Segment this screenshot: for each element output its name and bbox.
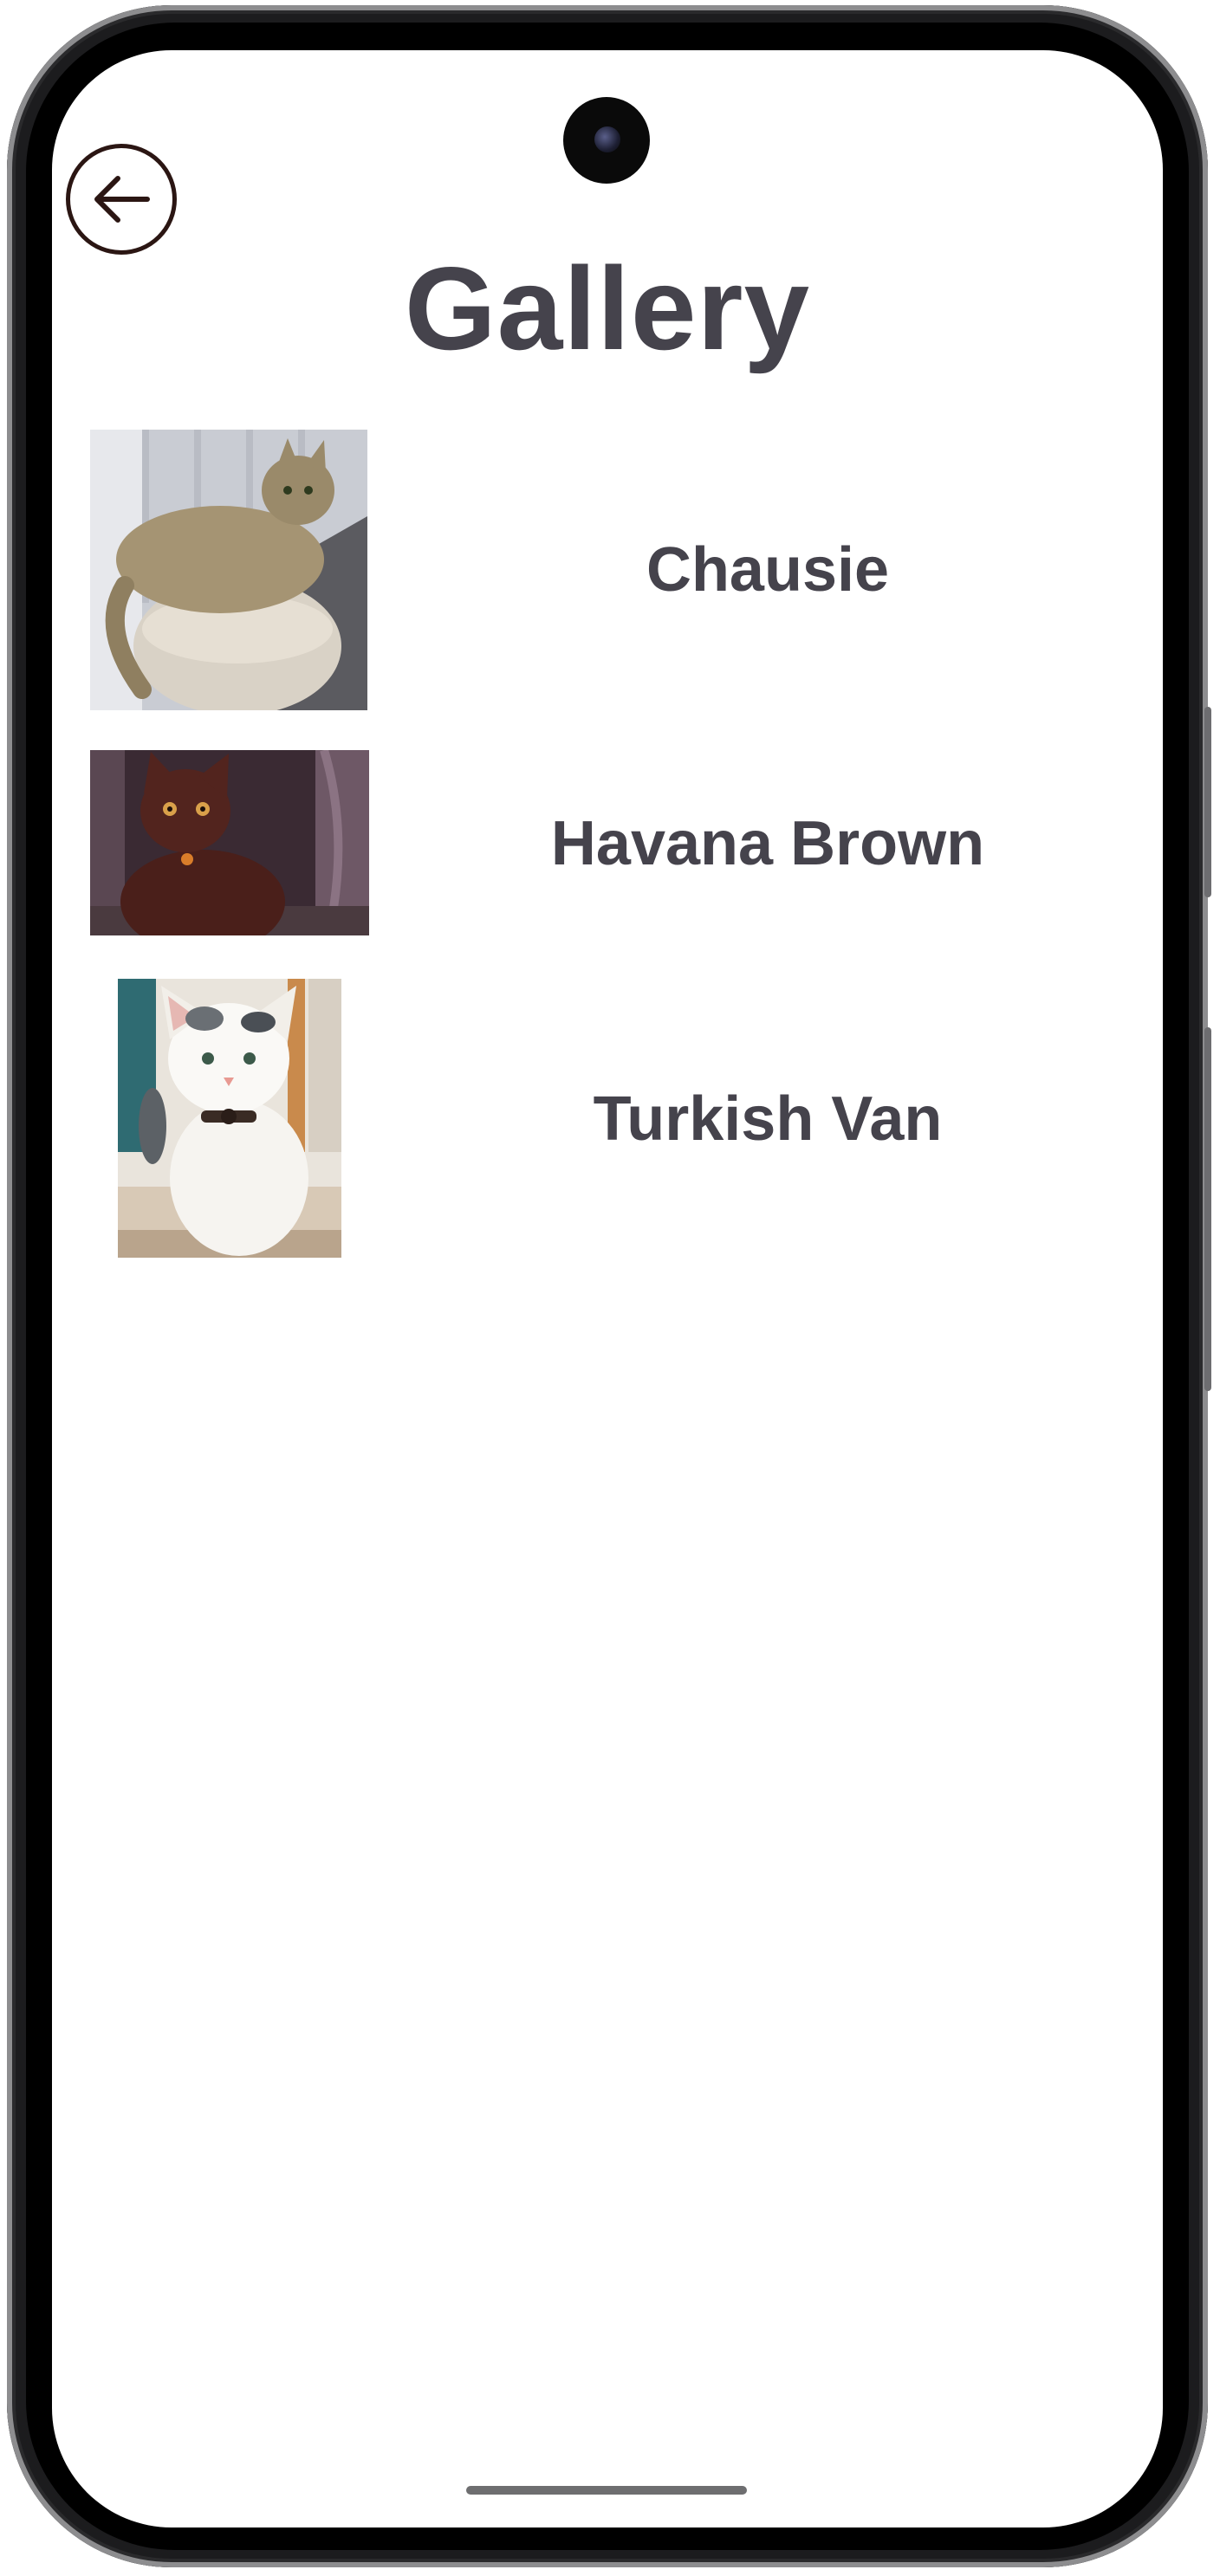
gallery-item-turkish-van[interactable]: Turkish Van — [52, 979, 1163, 1258]
gallery-item-havana-brown[interactable]: Havana Brown — [52, 750, 1163, 935]
gallery-item-label: Havana Brown — [550, 809, 985, 878]
gallery-item-label: Turkish Van — [593, 1084, 943, 1154]
volume-button — [1204, 707, 1211, 897]
cat-thumbnail-chausie — [90, 430, 367, 710]
power-button — [1204, 1027, 1211, 1391]
gallery-item-chausie[interactable]: Chausie — [52, 430, 1163, 710]
gallery-list: Chausie Havana Brown Turkish Van — [52, 50, 1163, 2527]
gallery-item-label: Chausie — [646, 535, 890, 605]
cat-thumbnail-havana-brown — [90, 750, 369, 935]
app-screen: Gallery Chausie Havana Brown Turkish Van — [52, 50, 1163, 2527]
home-indicator[interactable] — [466, 2486, 747, 2495]
cat-thumbnail-turkish-van — [118, 979, 341, 1258]
